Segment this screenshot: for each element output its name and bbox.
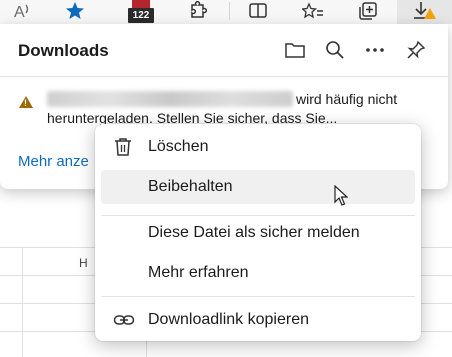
split-screen-icon[interactable] bbox=[245, 0, 271, 22]
menu-item-copy-link[interactable]: Downloadlink kopieren bbox=[101, 303, 415, 337]
collections-icon[interactable] bbox=[355, 0, 381, 22]
menu-item-label: Beibehalten bbox=[148, 178, 233, 195]
download-warning-badge-icon bbox=[424, 8, 436, 19]
svg-text:A: A bbox=[14, 4, 25, 20]
menu-item-label: Mehr erfahren bbox=[148, 264, 249, 281]
read-aloud-icon[interactable]: A bbox=[10, 0, 36, 22]
open-folder-icon[interactable] bbox=[282, 38, 308, 62]
trash-icon bbox=[113, 137, 133, 157]
link-icon bbox=[113, 310, 135, 330]
favorite-star-icon[interactable] bbox=[62, 0, 88, 22]
search-icon[interactable] bbox=[322, 38, 348, 62]
panel-divider bbox=[0, 76, 448, 77]
context-menu: Löschen Beibehalten Diese Datei als sich… bbox=[95, 124, 421, 341]
menu-separator bbox=[101, 296, 415, 297]
panel-title: Downloads bbox=[18, 41, 109, 60]
puzzle-icon[interactable] bbox=[184, 0, 210, 22]
favorites-list-icon[interactable] bbox=[300, 0, 326, 22]
show-more-link[interactable]: Mehr anze bbox=[18, 153, 89, 170]
menu-item-report-safe[interactable]: Diese Datei als sicher melden bbox=[101, 216, 415, 250]
warning-text-line1: wird häufig nicht bbox=[296, 91, 398, 107]
extension-badge: 122 bbox=[128, 8, 154, 23]
menu-item-label: Löschen bbox=[148, 138, 209, 155]
menu-item-delete[interactable]: Löschen bbox=[101, 130, 415, 164]
more-options-icon[interactable] bbox=[362, 38, 388, 62]
menu-item-learn-more[interactable]: Mehr erfahren bbox=[101, 256, 415, 290]
blurred-file-name bbox=[47, 91, 293, 107]
toolbar-divider bbox=[229, 2, 230, 20]
warning-icon bbox=[19, 96, 33, 108]
menu-item-label: Downloadlink kopieren bbox=[148, 311, 309, 328]
grid-line bbox=[22, 247, 23, 357]
menu-item-label: Diese Datei als sicher melden bbox=[148, 224, 360, 241]
pin-icon[interactable] bbox=[403, 38, 429, 62]
column-header-h[interactable]: H bbox=[79, 256, 88, 270]
menu-item-keep[interactable]: Beibehalten bbox=[101, 170, 415, 204]
browser-toolbar: A 122 bbox=[0, 0, 452, 24]
mouse-pointer-icon bbox=[334, 184, 349, 212]
